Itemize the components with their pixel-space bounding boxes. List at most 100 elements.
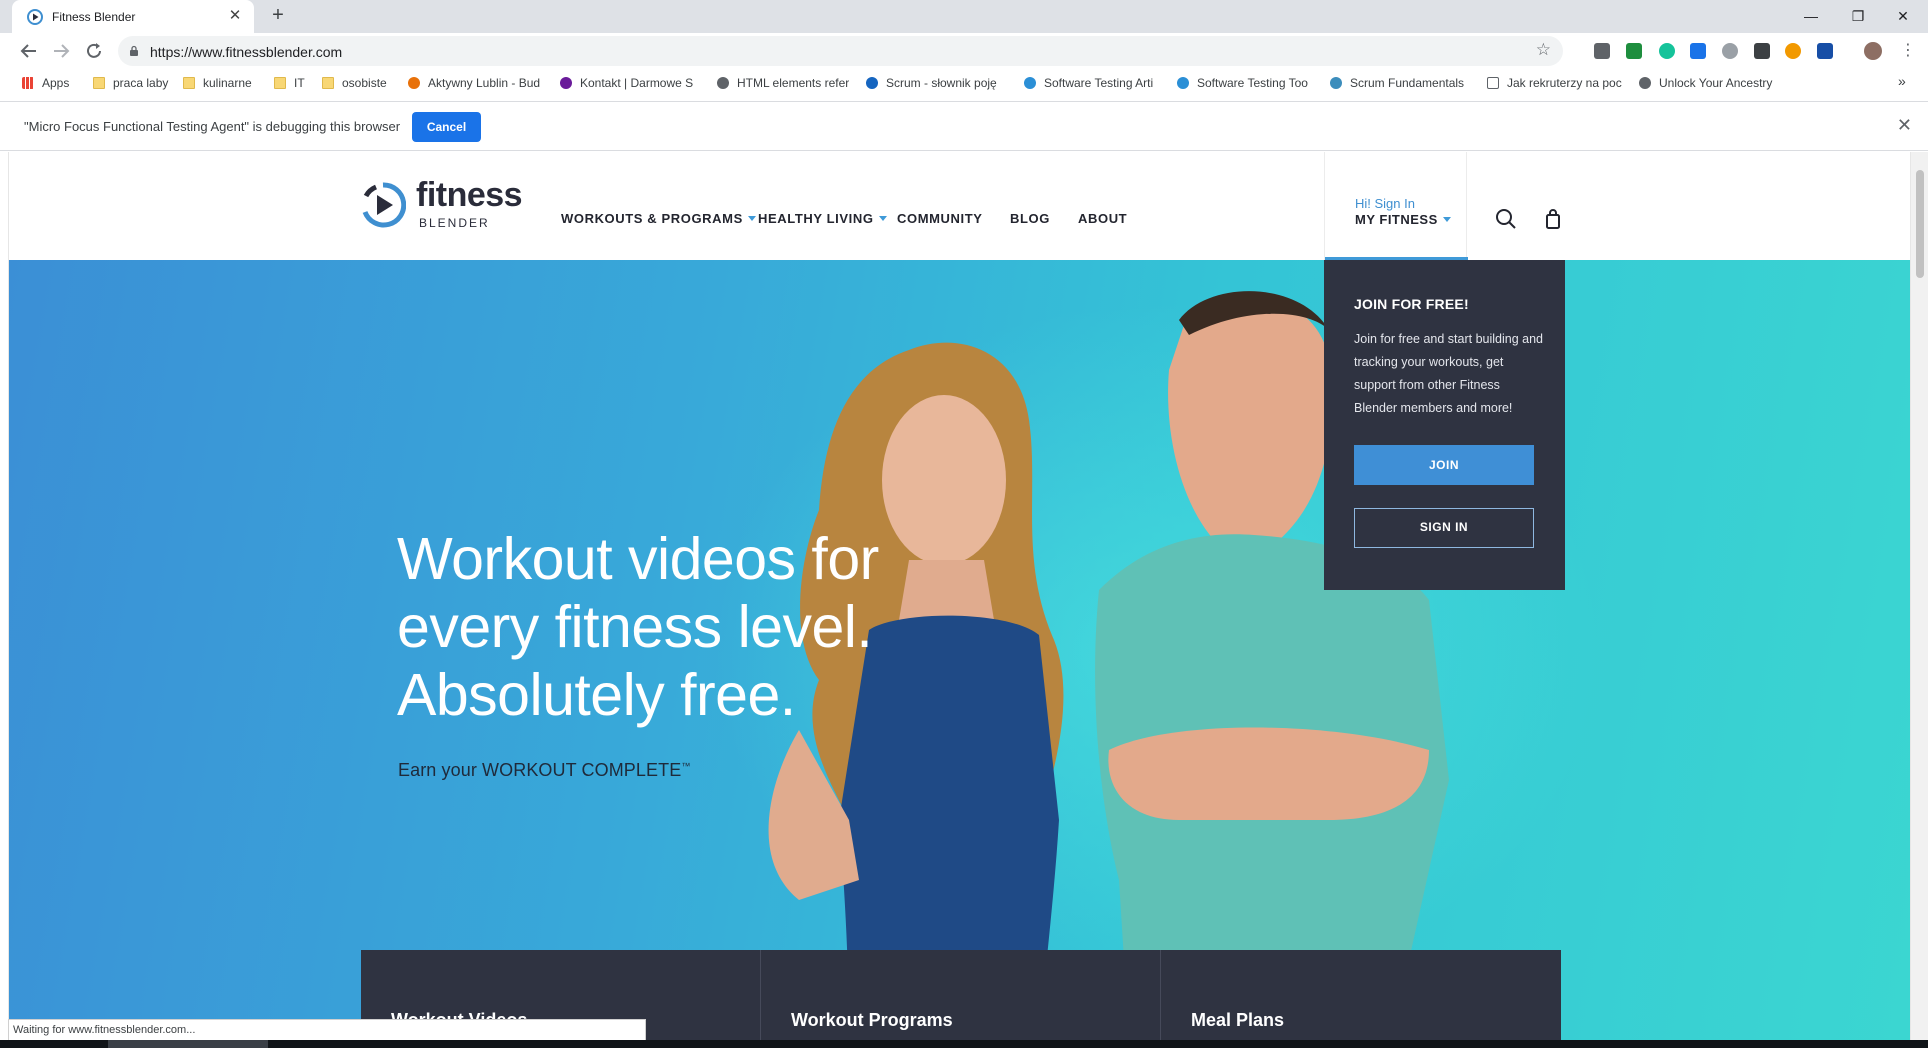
nav-label: HEALTHY LIVING — [758, 211, 874, 226]
page-viewport: fitness BLENDER WORKOUTS & PROGRAMS HEAL… — [8, 152, 1910, 1040]
bookmark-label: Aktywny Lublin - Bud — [428, 76, 541, 90]
site-icon — [560, 77, 572, 89]
reload-icon[interactable] — [82, 39, 106, 63]
nav-label: COMMUNITY — [897, 211, 983, 226]
bookmark-item[interactable]: Scrum - słownik poję — [866, 76, 1008, 92]
new-tab-button[interactable]: + — [268, 4, 288, 27]
grammarly-extension-icon[interactable] — [1659, 43, 1675, 59]
status-bubble: Waiting for www.fitnessblender.com... — [8, 1019, 646, 1040]
bookmark-item[interactable]: Unlock Your Ancestry — [1639, 76, 1779, 92]
bookmark-item[interactable]: IT — [274, 76, 310, 92]
url-text[interactable]: https://www.fitnessblender.com — [150, 44, 342, 60]
bookmark-label: Scrum Fundamentals — [1350, 76, 1465, 90]
page-icon — [1487, 77, 1499, 89]
scrollbar-thumb[interactable] — [1916, 170, 1924, 278]
hero-tagline: Earn your WORKOUT COMPLETE™ — [398, 760, 691, 780]
taskbar-active-app[interactable] — [108, 1040, 268, 1048]
nav-community[interactable]: COMMUNITY — [897, 211, 983, 226]
bookmark-item[interactable]: Kontakt | Darmowe S — [560, 76, 700, 92]
join-dropdown-panel: JOIN FOR FREE! Join for free and start b… — [1324, 260, 1565, 590]
tab-close-icon[interactable]: ✕ — [226, 6, 244, 24]
bookmark-item[interactable]: osobiste — [322, 76, 396, 92]
dropdown-title: JOIN FOR FREE! — [1354, 296, 1469, 312]
logo-subtitle: BLENDER — [419, 216, 490, 230]
profile-avatar[interactable] — [1864, 42, 1882, 60]
nav-about[interactable]: ABOUT — [1078, 211, 1127, 226]
sign-in-button[interactable]: SIGN IN — [1354, 508, 1534, 548]
os-taskbar — [0, 1040, 1928, 1048]
debugging-message: "Micro Focus Functional Testing Agent" i… — [24, 119, 401, 134]
card-meal-plans[interactable]: Meal Plans — [1161, 950, 1561, 1040]
shopping-bag-icon[interactable] — [1541, 207, 1565, 231]
sheet-extension-icon[interactable] — [1626, 43, 1642, 59]
bookmarks-overflow-icon[interactable]: » — [1898, 73, 1906, 89]
cancel-debugging-button[interactable]: Cancel — [412, 112, 481, 142]
infobar-close-icon[interactable]: ✕ — [1897, 115, 1912, 136]
folder-icon — [183, 77, 195, 89]
logo-play-icon — [362, 182, 406, 228]
bookmark-label: Software Testing Arti — [1044, 76, 1154, 90]
bookmark-label: Apps — [42, 76, 70, 90]
join-button[interactable]: JOIN — [1354, 445, 1534, 485]
fitness-blender-logo[interactable]: fitness BLENDER — [360, 176, 530, 230]
page-scrollbar[interactable] — [1910, 152, 1928, 1040]
bookmark-label: HTML elements refer — [737, 76, 849, 90]
window-close-button[interactable]: ✕ — [1880, 2, 1926, 30]
tool-extension-icon[interactable] — [1690, 43, 1706, 59]
notes-extension-icon[interactable] — [1754, 43, 1770, 59]
bookmark-item[interactable]: praca laby — [93, 76, 169, 92]
nav-healthy-living[interactable]: HEALTHY LIVING — [758, 211, 887, 226]
bookmark-label: Scrum - słownik poję — [886, 76, 997, 90]
bookmark-item[interactable]: Apps — [22, 76, 78, 92]
bookmark-item[interactable]: Jak rekruterzy na poc — [1487, 76, 1627, 92]
bookmark-item[interactable]: HTML elements refer — [717, 76, 849, 92]
site-icon — [408, 77, 420, 89]
hero-banner: Workout videos for every fitness level. … — [9, 260, 1910, 1040]
chrome-menu-icon[interactable]: ⋮ — [1900, 40, 1916, 60]
browser-toolbar: https://www.fitnessblender.com ☆ ⋮ — [0, 33, 1928, 70]
fitness-blender-favicon-icon — [27, 9, 43, 25]
debugging-infobar: "Micro Focus Functional Testing Agent" i… — [0, 101, 1928, 151]
nav-label: WORKOUTS & PROGRAMS — [561, 211, 743, 226]
bookmark-item[interactable]: Software Testing Arti — [1024, 76, 1164, 92]
nav-blog[interactable]: BLOG — [1010, 211, 1050, 226]
browser-tab[interactable]: Fitness Blender ✕ — [12, 0, 254, 33]
nav-label: BLOG — [1010, 211, 1050, 226]
my-fitness-menu[interactable]: Hi! Sign In MY FITNESS — [1324, 152, 1468, 260]
folder-icon — [274, 77, 286, 89]
logo-wordmark: fitness — [416, 176, 523, 214]
sign-in-greeting[interactable]: Hi! Sign In — [1355, 196, 1415, 211]
chevron-down-icon — [1442, 217, 1451, 222]
bookmark-item[interactable]: Aktywny Lublin - Bud — [408, 76, 548, 92]
lock-icon — [130, 45, 138, 56]
site-icon — [1177, 77, 1189, 89]
cloud-extension-icon[interactable] — [1722, 43, 1738, 59]
minimize-button[interactable]: — — [1788, 2, 1834, 30]
shield-extension-icon[interactable] — [1594, 43, 1610, 59]
address-bar[interactable]: https://www.fitnessblender.com ☆ — [118, 36, 1563, 66]
tab-title: Fitness Blender — [52, 10, 136, 24]
bookmark-label: praca laby — [113, 76, 169, 90]
bookmark-item[interactable]: Scrum Fundamentals — [1330, 76, 1470, 92]
bookmark-label: Software Testing Too — [1197, 76, 1308, 90]
forward-arrow-icon[interactable] — [49, 39, 73, 63]
search-icon[interactable] — [1494, 207, 1518, 231]
card-title: Workout Programs — [791, 1010, 953, 1030]
bookmark-item[interactable]: kulinarne — [183, 76, 261, 92]
bookmark-label: Kontakt | Darmowe S — [580, 76, 694, 90]
back-arrow-icon[interactable] — [17, 39, 41, 63]
nav-workouts-programs[interactable]: WORKOUTS & PROGRAMS — [561, 211, 756, 226]
bookmark-label: osobiste — [342, 76, 387, 90]
site-icon — [1639, 77, 1651, 89]
bookmark-label: Jak rekruterzy na poc — [1507, 76, 1622, 90]
card-workout-programs[interactable]: Workout Programs — [761, 950, 1161, 1040]
bookmarks-bar: Apps praca laby kulinarne IT osobiste Aktywny… — [0, 70, 1928, 98]
color-extension-icon[interactable] — [1785, 43, 1801, 59]
restore-button[interactable]: ❐ — [1835, 2, 1881, 30]
apps-grid-icon — [22, 77, 34, 89]
bookmark-star-icon[interactable]: ☆ — [1536, 40, 1551, 60]
bookmark-item[interactable]: Software Testing Too — [1177, 76, 1317, 92]
trademark-mark: ™ — [681, 761, 691, 771]
site-icon — [1330, 77, 1342, 89]
drive-extension-icon[interactable] — [1817, 43, 1833, 59]
